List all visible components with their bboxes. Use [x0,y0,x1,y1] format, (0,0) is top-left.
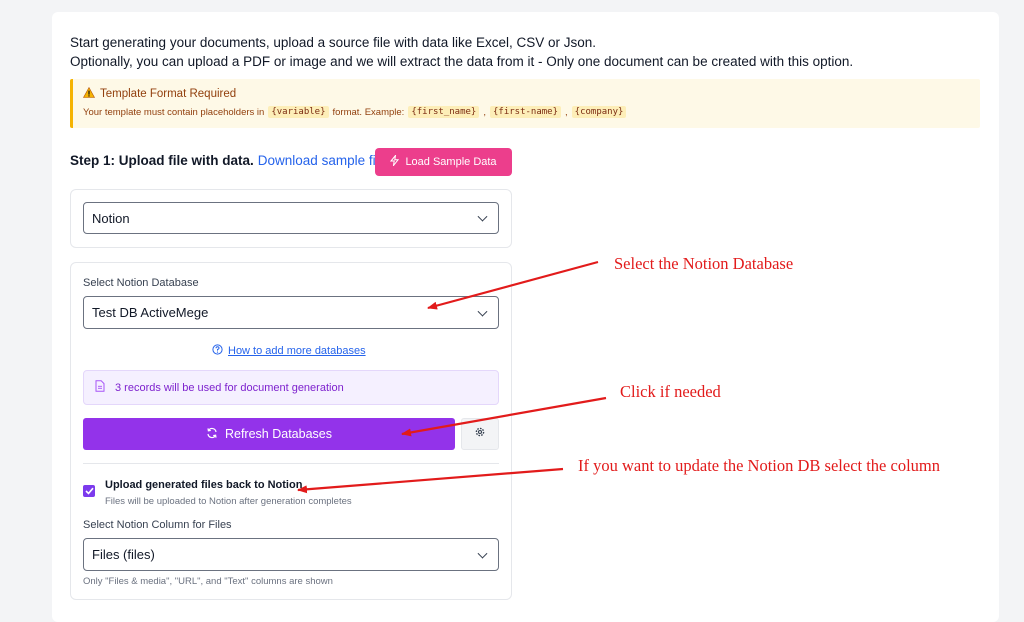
warning-icon [82,86,96,101]
annotation-select-database: Select the Notion Database [614,254,794,273]
settings-button[interactable] [461,418,499,450]
chevron-down-icon [477,211,488,222]
refresh-databases-button[interactable]: Refresh Databases [83,418,455,450]
download-sample-link[interactable]: Download sample file. [258,153,390,168]
document-icon [95,380,105,395]
step1-heading: Step 1: Upload file with data. Download … [70,153,390,168]
divider [83,463,499,464]
upload-back-sublabel: Files will be uploaded to Notion after g… [105,496,352,507]
database-label: Select Notion Database [83,277,199,289]
intro-line-1: Start generating your documents, upload … [70,35,597,50]
column-label: Select Notion Column for Files [83,519,232,531]
code-example-2: {first-name} [489,106,562,118]
code-example-3: {company} [571,106,627,118]
database-select[interactable]: Test DB ActiveMege [83,296,499,329]
column-select[interactable]: Files (files) [83,538,499,571]
annotation-update-column: If you want to update the Notion DB sele… [578,456,941,475]
gear-icon [474,425,486,443]
add-databases-link[interactable]: How to add more databases [212,344,366,358]
source-select[interactable]: Notion [83,202,499,234]
template-warning: Template Format Required Your template m… [70,79,980,128]
chevron-down-icon [477,306,488,317]
chevron-down-icon [477,548,488,559]
annotation-click-if-needed: Click if needed [620,382,721,401]
intro-text: Start generating your documents, upload … [70,33,853,71]
load-sample-data-button[interactable]: Load Sample Data [375,148,512,176]
upload-back-checkbox[interactable] [83,485,95,497]
intro-line-2: Optionally, you can upload a PDF or imag… [70,54,854,69]
code-variable: {variable} [268,106,329,118]
help-circle-icon [212,344,223,358]
refresh-icon [206,427,218,442]
warning-body: Your template must contain placeholders … [83,106,970,118]
check-icon [84,482,94,500]
lightning-icon [390,153,400,169]
records-info: 3 records will be used for document gene… [83,370,499,405]
upload-back-label: Upload generated files back to Notion [105,479,303,491]
warning-title: Template Format Required [100,88,237,100]
code-example-1: {first_name} [408,106,480,118]
step1-label: Step 1: Upload file with data. [70,153,254,168]
column-note: Only "Files & media", "URL", and "Text" … [83,576,333,587]
